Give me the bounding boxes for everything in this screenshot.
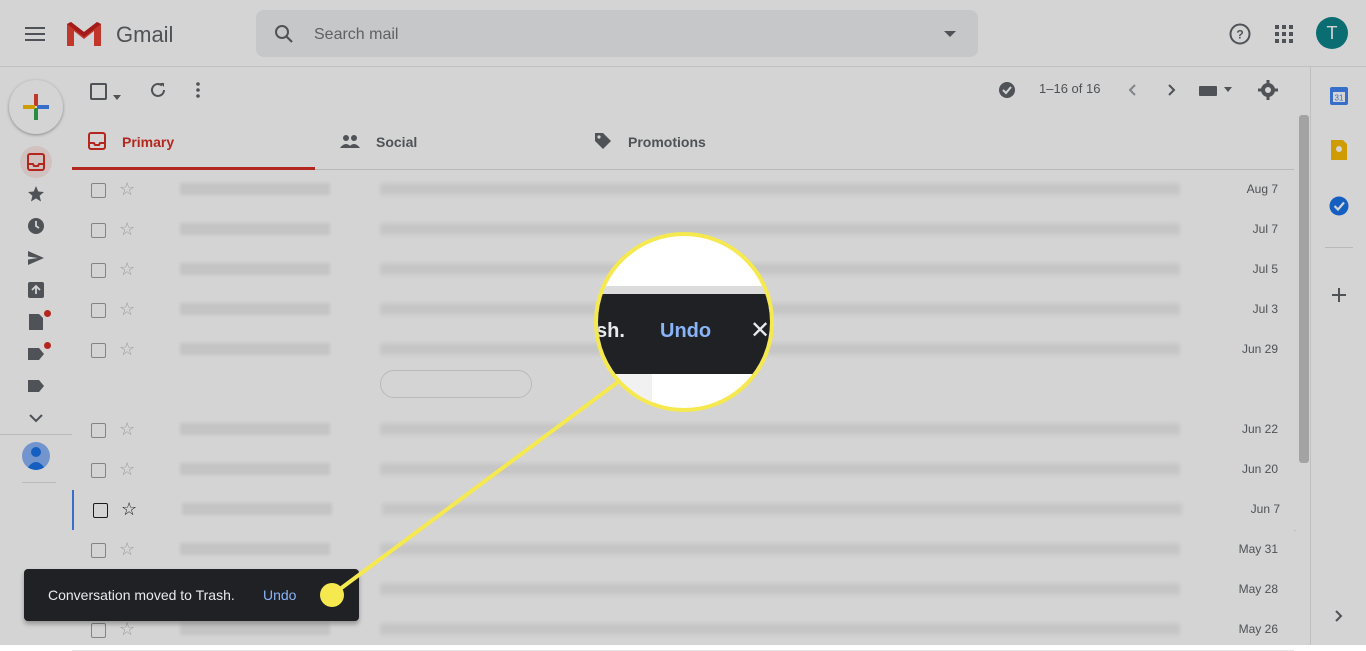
zoom-magnifier: sh. Undo ✕	[594, 232, 774, 412]
zoom-top-edge	[598, 286, 770, 294]
zoomed-snackbar: sh. Undo ✕	[596, 294, 771, 374]
zoomed-message-fragment: sh.	[596, 320, 625, 342]
zoom-bottom-edge	[598, 374, 652, 404]
close-icon: ✕	[750, 317, 771, 344]
zoomed-undo-button: Undo	[660, 320, 712, 342]
callout-pointer-dot	[320, 583, 344, 607]
